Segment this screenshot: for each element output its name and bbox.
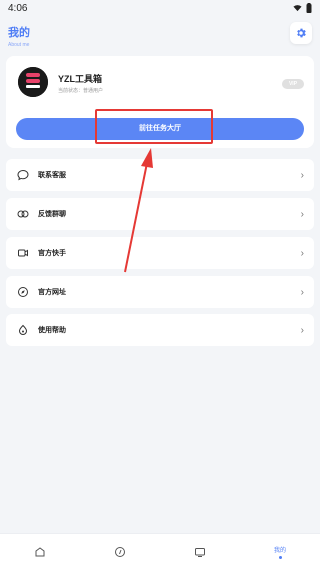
chevron-right-icon: › (300, 286, 304, 298)
chevron-right-icon: › (300, 169, 304, 181)
chevron-right-icon: › (300, 324, 304, 336)
page-header: 我的 About me (8, 24, 30, 48)
vip-badge: VIP (282, 79, 304, 89)
menu-item-usage-help[interactable]: 使用帮助 › (6, 314, 314, 346)
menu-item-feedback-group[interactable]: 反馈群聊 › (6, 198, 314, 230)
menu-label: 官方网址 (38, 289, 66, 296)
help-icon (16, 323, 30, 337)
page-subtitle: About me (8, 42, 30, 48)
page-title: 我的 (8, 27, 30, 39)
wifi-icon (293, 5, 302, 12)
gear-icon (297, 28, 306, 38)
user-status: 当前状态：普通用户 (58, 88, 104, 94)
nav-home[interactable] (20, 546, 60, 558)
profile-card: YZL工具箱 当前状态：普通用户 VIP 前往任务大厅 (6, 56, 314, 148)
menu-item-official-kuaishou[interactable]: 官方快手 › (6, 237, 314, 269)
menu-item-contact-support[interactable]: 联系客服 › (6, 159, 314, 191)
chevron-right-icon: › (300, 208, 304, 220)
status-icons (293, 3, 312, 13)
battery-icon (306, 3, 312, 13)
menu-label: 使用帮助 (38, 327, 66, 334)
username: YZL工具箱 (58, 74, 102, 84)
nav-tv[interactable] (180, 546, 220, 558)
tv-icon (195, 547, 205, 557)
chevron-right-icon: › (300, 247, 304, 259)
bottom-nav: 我的 (0, 533, 320, 569)
app-logo-icon (18, 67, 48, 97)
video-icon (16, 246, 30, 260)
active-indicator (278, 555, 282, 559)
group-chat-icon (16, 207, 30, 221)
compass-icon (16, 285, 30, 299)
menu-item-official-website[interactable]: 官方网址 › (6, 276, 314, 308)
nav-profile[interactable]: 我的 (260, 545, 300, 559)
menu-label: 官方快手 (38, 250, 66, 257)
home-icon (35, 546, 45, 556)
menu-label: 联系客服 (38, 172, 66, 179)
menu-label: 反馈群聊 (38, 211, 66, 218)
compass-icon (115, 546, 125, 557)
avatar[interactable] (18, 67, 48, 97)
task-hall-button[interactable]: 前往任务大厅 (16, 118, 304, 140)
status-bar: 4:06 (0, 0, 320, 16)
status-time: 4:06 (8, 2, 28, 14)
nav-profile-label: 我的 (273, 547, 286, 554)
nav-discover[interactable] (100, 546, 140, 558)
settings-button[interactable] (290, 22, 312, 44)
chat-bubble-icon (16, 168, 30, 182)
